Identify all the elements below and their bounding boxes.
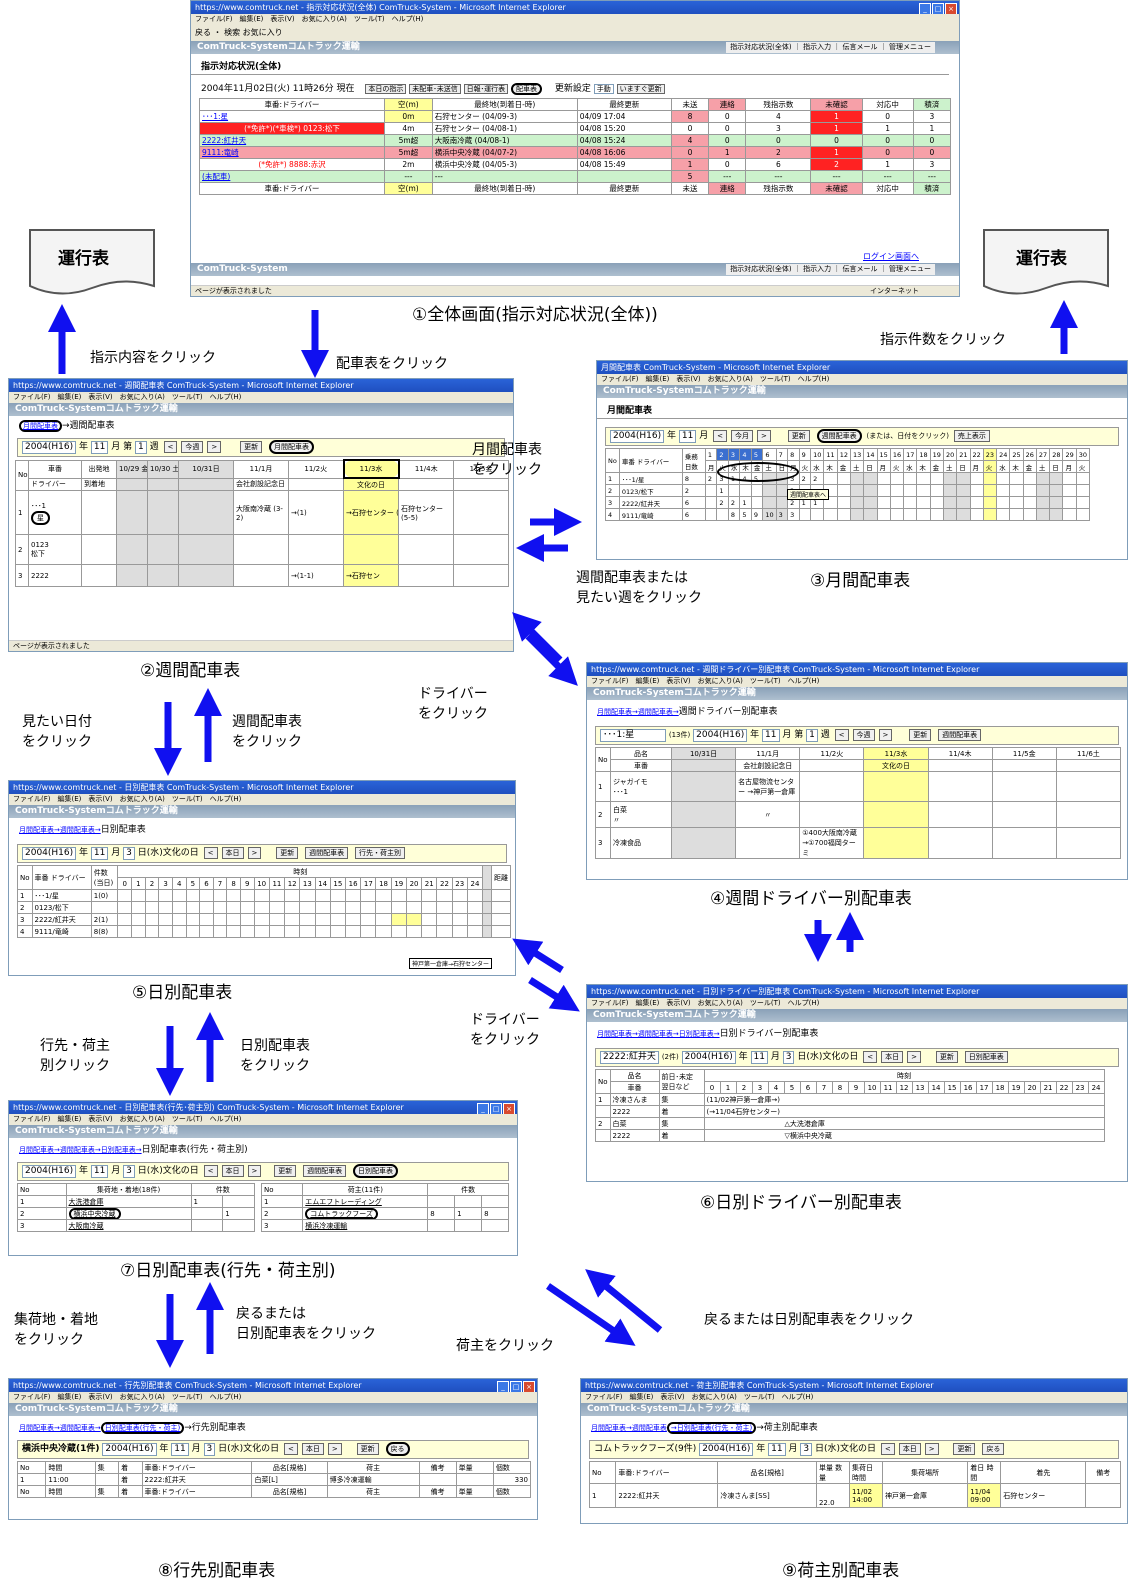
label-yukisaki-ninushi: 行先・荷主 別クリック [40, 1038, 110, 1074]
label-modoru-nichibetsu: 戻るまたは 日別配車表をクリック [236, 1306, 376, 1342]
label-haishahyo-click: 配車表をクリック [336, 356, 448, 372]
label-mitai-hizuke: 見たい日付 をクリック [22, 714, 92, 750]
arrow-to-weekly-driver [525, 633, 578, 686]
label-ninushi-click: 荷主をクリック [456, 1338, 554, 1354]
label-jishi-click: 指示内容をクリック [90, 350, 216, 366]
label-driver-click-2: ドライバー をクリック [470, 1012, 540, 1048]
flow-arrows [48, 300, 1078, 1368]
label-nichibetsu-click: 日別配車表 をクリック [240, 1038, 310, 1074]
label-jishikensu-click: 指示件数をクリック [880, 332, 1006, 348]
label-driver-click-1: ドライバー をクリック [418, 686, 488, 722]
label-shukachi-click: 集荷地・着地 をクリック [14, 1312, 98, 1348]
arrow-to-daily-driver [528, 977, 580, 1012]
arrow-from-daily-driver [512, 938, 564, 973]
arrow-from-weekly-driver [512, 612, 563, 663]
label-getsukan-click: 月間配車表 をクリック [472, 442, 542, 478]
label-shukan-click: 週間配車表 をクリック [232, 714, 302, 750]
label-modoru-nichibetsu-2: 戻るまたは日別配車表をクリック [704, 1312, 914, 1328]
label-shukan-or-week: 週間配車表または 見たい週をクリック [576, 570, 702, 606]
